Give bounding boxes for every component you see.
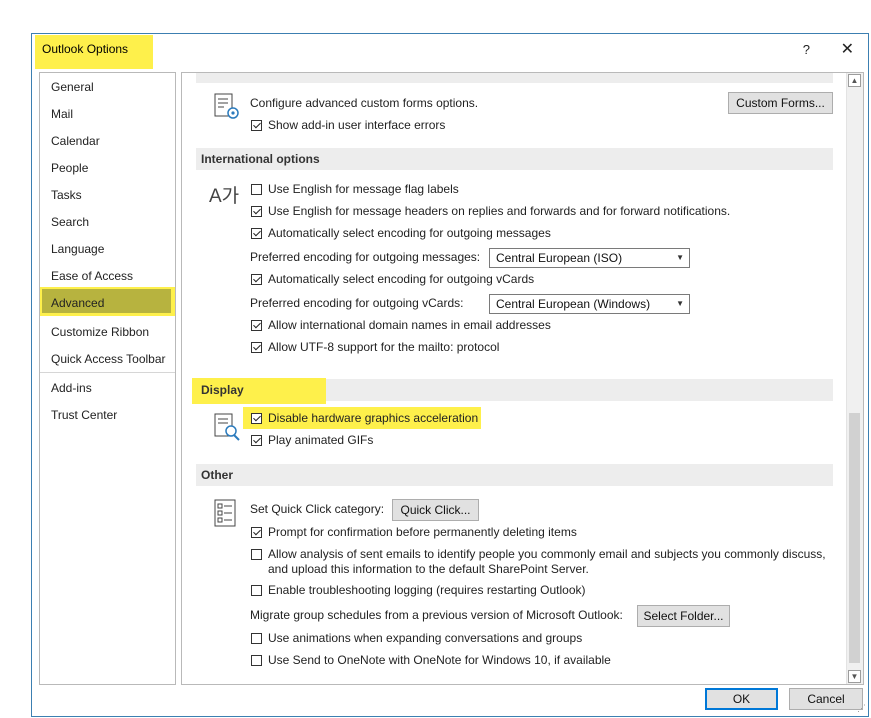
prompt-delete-label: Prompt for confirmation before permanent…: [268, 525, 577, 539]
chevron-down-icon: ▼: [676, 299, 684, 308]
gifs-checkbox[interactable]: [251, 435, 262, 446]
section-header-partial: [196, 73, 833, 83]
auto-vcard-checkbox[interactable]: [251, 274, 262, 285]
nav-item-language[interactable]: Language: [51, 239, 104, 259]
english-flag-label: Use English for message flag labels: [268, 182, 459, 196]
nav-item-mail[interactable]: Mail: [51, 104, 73, 124]
pref-encoding-label: Preferred encoding for outgoing messages…: [250, 250, 481, 264]
english-headers-label: Use English for message headers on repli…: [268, 204, 731, 218]
pref-vcard-select[interactable]: Central European (Windows) ▼: [489, 294, 690, 314]
outlook-options-dialog: Outlook Options ? ✕ General Mail Calenda…: [31, 33, 869, 717]
ok-button[interactable]: OK: [705, 688, 778, 710]
auto-vcard-label: Automatically select encoding for outgoi…: [268, 272, 535, 286]
utf8-label: Allow UTF-8 support for the mailto: prot…: [268, 340, 500, 354]
display-header: Display: [201, 383, 244, 397]
international-options-header: International options: [196, 148, 833, 170]
close-button[interactable]: ✕: [841, 39, 854, 59]
vertical-scrollbar[interactable]: ▲ ▼: [846, 73, 863, 684]
chevron-down-icon: ▼: [676, 253, 684, 262]
hw-accel-checkbox[interactable]: [251, 413, 262, 424]
nav-item-customize-ribbon[interactable]: Customize Ribbon: [51, 322, 149, 342]
nav-item-add-ins[interactable]: Add-ins: [51, 378, 92, 398]
resize-grip-icon[interactable]: ⋰: [857, 703, 866, 714]
scroll-up-icon[interactable]: ▲: [848, 74, 861, 87]
nav-item-advanced[interactable]: Advanced: [51, 293, 104, 313]
nav-divider: [40, 372, 175, 373]
scroll-down-icon[interactable]: ▼: [848, 670, 861, 683]
nav-item-trust-center[interactable]: Trust Center: [51, 405, 117, 425]
forms-label: Configure advanced custom forms options.: [250, 96, 479, 110]
quick-click-label: Set Quick Click category:: [250, 502, 385, 516]
prompt-delete-checkbox[interactable]: [251, 527, 262, 538]
english-flag-checkbox[interactable]: [251, 184, 262, 195]
addin-errors-label: Show add-in user interface errors: [268, 118, 446, 132]
pref-vcard-label: Preferred encoding for outgoing vCards:: [250, 296, 464, 310]
select-folder-button[interactable]: Select Folder...: [637, 605, 730, 627]
migrate-label: Migrate group schedules from a previous …: [250, 608, 623, 622]
pref-encoding-value: Central European (ISO): [496, 251, 623, 265]
english-headers-checkbox[interactable]: [251, 206, 262, 217]
troubleshoot-label: Enable troubleshooting logging (requires…: [268, 583, 586, 597]
nav-item-calendar[interactable]: Calendar: [51, 131, 100, 151]
nav-item-tasks[interactable]: Tasks: [51, 185, 82, 205]
title-bar: Outlook Options ? ✕: [32, 34, 868, 69]
nav-item-search[interactable]: Search: [51, 212, 89, 232]
pref-vcard-value: Central European (Windows): [496, 297, 651, 311]
nav-item-general[interactable]: General: [51, 77, 94, 97]
quick-click-button[interactable]: Quick Click...: [392, 499, 479, 521]
gifs-label: Play animated GIFs: [268, 433, 374, 447]
onenote-checkbox[interactable]: [251, 655, 262, 666]
hw-accel-label: Disable hardware graphics acceleration: [268, 411, 479, 425]
category-nav: General Mail Calendar People Tasks Searc…: [39, 72, 176, 685]
auto-encoding-checkbox[interactable]: [251, 228, 262, 239]
utf8-checkbox[interactable]: [251, 342, 262, 353]
animations-checkbox[interactable]: [251, 633, 262, 644]
allow-analysis-checkbox[interactable]: [251, 549, 262, 560]
nav-item-quick-access-toolbar[interactable]: Quick Access Toolbar: [51, 349, 166, 369]
pref-encoding-select[interactable]: Central European (ISO) ▼: [489, 248, 690, 268]
troubleshoot-checkbox[interactable]: [251, 585, 262, 596]
animations-label: Use animations when expanding conversati…: [268, 631, 583, 645]
language-icon: A가: [209, 186, 240, 207]
other-icon: [214, 499, 236, 527]
auto-encoding-label: Automatically select encoding for outgoi…: [268, 226, 551, 240]
display-icon: [214, 413, 240, 441]
addin-errors-checkbox[interactable]: [251, 120, 262, 131]
dialog-title: Outlook Options: [42, 42, 129, 56]
intl-domains-checkbox[interactable]: [251, 320, 262, 331]
intl-domains-label: Allow international domain names in emai…: [268, 318, 551, 332]
nav-item-people[interactable]: People: [51, 158, 88, 178]
onenote-label: Use Send to OneNote with OneNote for Win…: [268, 653, 611, 667]
forms-icon: [214, 93, 239, 119]
scroll-thumb[interactable]: [849, 413, 860, 663]
settings-pane: Configure advanced custom forms options.…: [181, 72, 864, 685]
other-header: Other: [196, 464, 833, 486]
allow-analysis-label-1: Allow analysis of sent emails to identif…: [268, 547, 826, 561]
custom-forms-button[interactable]: Custom Forms...: [728, 92, 833, 114]
help-button[interactable]: ?: [803, 42, 810, 57]
allow-analysis-label-2: and upload this information to the defau…: [268, 562, 589, 576]
cancel-button[interactable]: Cancel: [789, 688, 863, 710]
nav-item-ease-of-access[interactable]: Ease of Access: [51, 266, 133, 286]
